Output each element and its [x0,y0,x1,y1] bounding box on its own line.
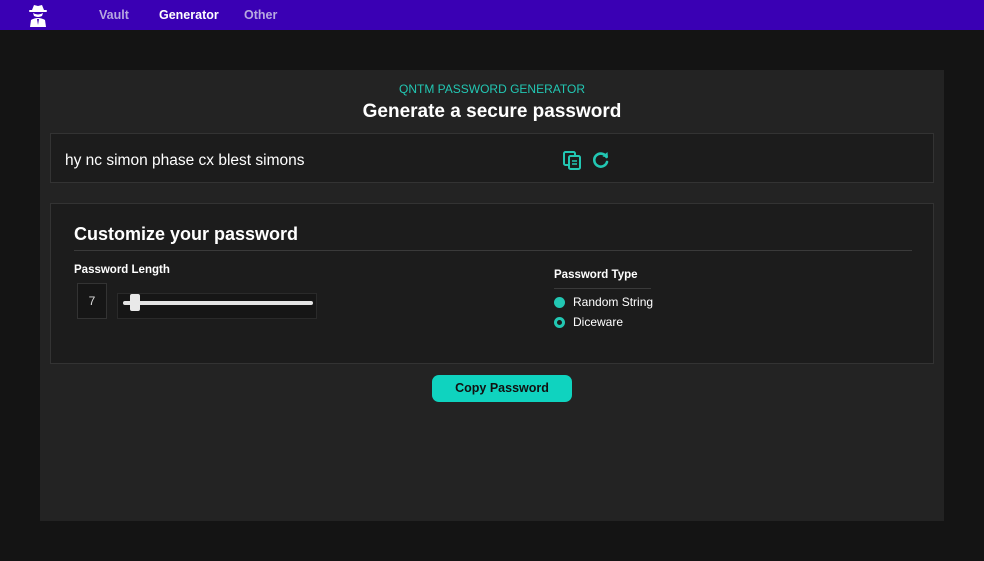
customize-section: Customize your password Password Length … [50,203,934,364]
copy-password-button[interactable]: Copy Password [432,375,572,402]
spy-logo-icon[interactable] [27,3,49,27]
slider-track[interactable] [123,301,313,305]
radio-diceware[interactable]: Diceware [554,315,623,329]
generator-panel: QNTM PASSWORD GENERATOR Generate a secur… [40,70,944,521]
divider [74,250,912,251]
slider-handle[interactable] [130,294,140,311]
radio-label: Diceware [573,315,624,329]
nav-vault[interactable]: Vault [99,8,129,22]
copy-icon[interactable] [562,150,582,170]
radio-button[interactable] [554,316,565,328]
customize-title: Customize your password [74,224,299,244]
refresh-icon[interactable] [591,150,611,170]
password-type-label: Password Type [554,269,638,281]
password-display: hy nc simon phase cx blest simons [50,133,934,183]
password-length-input[interactable]: 7 [77,283,107,319]
generated-password: hy nc simon phase cx blest simons [65,152,305,169]
password-type-underline [554,288,651,289]
app-subtitle: QNTM PASSWORD GENERATOR [398,82,585,96]
radio-random-string[interactable]: Random String [554,295,653,309]
nav-generator[interactable]: Generator [159,8,219,22]
nav-other[interactable]: Other [244,8,277,22]
top-nav-bar: Vault Generator Other [0,0,984,30]
radio-button[interactable] [554,296,565,308]
radio-label: Random String [573,295,654,309]
password-length-slider[interactable] [117,293,317,319]
password-length-label: Password Length [74,264,170,276]
page-title: Generate a secure password [362,101,622,122]
